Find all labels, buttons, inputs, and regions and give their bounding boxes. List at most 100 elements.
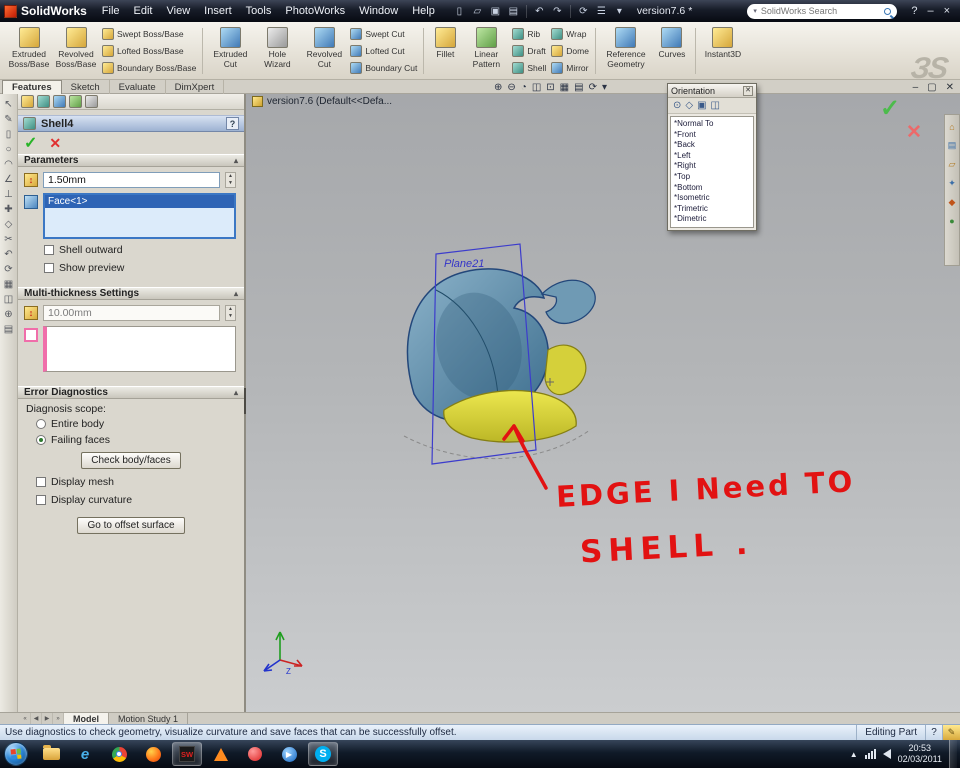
swept-cut-button[interactable]: Swept Cut — [350, 27, 417, 42]
failing-faces-radio[interactable] — [36, 435, 46, 445]
tree-root-label[interactable]: version7.6 (Default<<Defa... — [267, 96, 392, 107]
dome-button[interactable]: Dome — [551, 43, 589, 58]
view-dimetric[interactable]: *Dimetric — [674, 214, 750, 225]
tab-dimxpert[interactable]: DimXpert — [166, 80, 225, 94]
view-normal-to[interactable]: *Normal To — [674, 119, 750, 130]
doc-minimize-icon[interactable]: – — [913, 82, 919, 93]
reset-views-icon[interactable]: ◫ — [711, 100, 720, 111]
shell-button[interactable]: Shell — [512, 60, 546, 75]
rib-button[interactable]: Rib — [512, 27, 546, 42]
taskbar-ie-button[interactable]: e — [70, 742, 100, 766]
pin-icon[interactable]: ⊙ — [673, 100, 681, 111]
appearances-icon[interactable]: ⟳ — [589, 82, 597, 93]
last-tab-icon[interactable]: » — [53, 713, 64, 724]
left-toolbar-icon[interactable]: ▦ — [4, 279, 13, 290]
left-toolbar-icon[interactable]: ▯ — [6, 129, 12, 140]
taskbar-firefox-button[interactable] — [138, 742, 168, 766]
menu-edit[interactable]: Edit — [127, 3, 160, 19]
faces-to-remove-list[interactable]: Face<1> — [43, 193, 236, 239]
undo-icon[interactable]: ↶ — [532, 4, 547, 19]
mirror-button[interactable]: Mirror — [551, 60, 589, 75]
check-body-faces-button[interactable]: Check body/faces — [81, 452, 181, 469]
left-toolbar-icon[interactable]: ▤ — [4, 324, 13, 335]
cancel-icon[interactable]: ✕ — [49, 135, 61, 152]
left-toolbar-icon[interactable]: ⊕ — [4, 309, 12, 320]
menu-view[interactable]: View — [160, 3, 198, 19]
left-toolbar-icon[interactable]: ✂ — [4, 234, 12, 245]
revolved-boss-base-button[interactable]: Revolved Boss/Base — [53, 24, 99, 78]
show-preview-checkbox[interactable] — [44, 263, 54, 273]
left-toolbar-icon[interactable]: ⊥ — [4, 189, 13, 200]
taskbar-vlc-button[interactable] — [206, 742, 236, 766]
view-back[interactable]: *Back — [674, 140, 750, 151]
multi-thickness-section-header[interactable]: Multi-thickness Settings ▴ — [18, 287, 244, 300]
multi-thickness-faces-list[interactable] — [43, 326, 236, 372]
view-isometric[interactable]: *Isometric — [674, 193, 750, 204]
section-view-icon[interactable]: ◫ — [532, 82, 541, 93]
menu-tools[interactable]: Tools — [239, 3, 279, 19]
left-toolbar-icon[interactable]: ◠ — [4, 159, 13, 170]
boundary-boss-base-button[interactable]: Boundary Boss/Base — [102, 60, 196, 75]
left-toolbar-icon[interactable]: ◇ — [5, 219, 13, 230]
taskbar-skype-button[interactable]: S — [308, 742, 338, 766]
search-icon[interactable] — [884, 7, 892, 15]
orientation-title-bar[interactable]: Orientation ✕ — [668, 84, 756, 98]
multi-thickness-input[interactable]: 10.00mm — [43, 305, 220, 321]
taskbar-media-button[interactable] — [240, 742, 270, 766]
tab-model[interactable]: Model — [64, 713, 109, 724]
revolved-cut-button[interactable]: Revolved Cut — [301, 24, 347, 78]
extruded-cut-button[interactable]: Extruded Cut — [207, 24, 253, 78]
search-dropdown-icon[interactable]: ▾ — [753, 7, 757, 15]
show-desktop-button[interactable] — [949, 740, 957, 768]
view-bottom[interactable]: *Bottom — [674, 183, 750, 194]
view-left[interactable]: *Left — [674, 151, 750, 162]
confirmation-accept-icon[interactable]: ✓ — [880, 94, 900, 123]
next-tab-icon[interactable]: ▶ — [42, 713, 53, 724]
redo-icon[interactable]: ↷ — [550, 4, 565, 19]
hide-show-items-icon[interactable]: ▤ — [574, 82, 583, 93]
plane-label[interactable]: Plane21 — [444, 258, 484, 270]
display-mesh-checkbox[interactable] — [36, 477, 46, 487]
taskbar-wmp-button[interactable]: ▶ — [274, 742, 304, 766]
featuremanager-tree-icon[interactable] — [21, 95, 34, 108]
hole-wizard-button[interactable]: Hole Wizard — [254, 24, 300, 78]
reference-geometry-button[interactable]: Reference Geometry — [600, 24, 652, 78]
volume-icon[interactable] — [882, 749, 891, 759]
taskbar-solidworks-button[interactable]: SW — [172, 742, 202, 766]
configurationmanager-icon[interactable] — [53, 95, 66, 108]
minimize-button[interactable]: – — [927, 5, 933, 17]
appearances-icon[interactable]: ● — [949, 216, 954, 226]
search-tab-icon[interactable]: ✦ — [948, 178, 956, 189]
boundary-cut-button[interactable]: Boundary Cut — [350, 60, 417, 75]
options-icon[interactable]: ☰ — [594, 4, 609, 19]
tab-evaluate[interactable]: Evaluate — [110, 80, 166, 94]
view-front[interactable]: *Front — [674, 130, 750, 141]
help-button[interactable]: ? — [911, 5, 917, 17]
left-toolbar-icon[interactable]: ✚ — [4, 204, 12, 215]
left-toolbar-icon[interactable]: ○ — [5, 144, 11, 155]
display-style-icon[interactable]: ▦ — [560, 82, 569, 93]
multi-thickness-spinner[interactable]: ▲ ▼ — [225, 305, 236, 321]
view-orientation-icon[interactable]: ⊡ — [546, 82, 554, 93]
orientation-close-icon[interactable]: ✕ — [743, 85, 753, 96]
pm-help-button[interactable]: ? — [226, 117, 239, 130]
zoom-to-area-icon[interactable]: ⊖ — [507, 82, 515, 93]
selected-face-item[interactable]: Face<1> — [45, 195, 234, 208]
linear-pattern-button[interactable]: Linear Pattern — [463, 24, 509, 78]
lofted-cut-button[interactable]: Lofted Cut — [350, 43, 417, 58]
feature-tree-flyout[interactable]: version7.6 (Default<<Defa... — [252, 96, 392, 107]
left-toolbar-icon[interactable]: ∠ — [4, 174, 13, 185]
lofted-boss-base-button[interactable]: Lofted Boss/Base — [102, 43, 196, 58]
taskbar-clock[interactable]: 20:53 02/03/2011 — [898, 743, 942, 766]
design-library-icon[interactable]: ▤ — [948, 140, 957, 151]
network-icon[interactable] — [864, 749, 876, 759]
thickness-spinner[interactable]: ▲ ▼ — [225, 172, 236, 188]
left-toolbar-icon[interactable]: ✎ — [4, 114, 12, 125]
wrap-button[interactable]: Wrap — [551, 27, 589, 42]
fillet-button[interactable]: Fillet — [428, 24, 462, 78]
view-palette-icon[interactable]: ◆ — [949, 197, 956, 208]
instant3d-button[interactable]: Instant3D — [700, 24, 746, 78]
draft-button[interactable]: Draft — [512, 43, 546, 58]
menu-insert[interactable]: Insert — [197, 3, 239, 19]
menu-photoworks[interactable]: PhotoWorks — [278, 3, 352, 19]
